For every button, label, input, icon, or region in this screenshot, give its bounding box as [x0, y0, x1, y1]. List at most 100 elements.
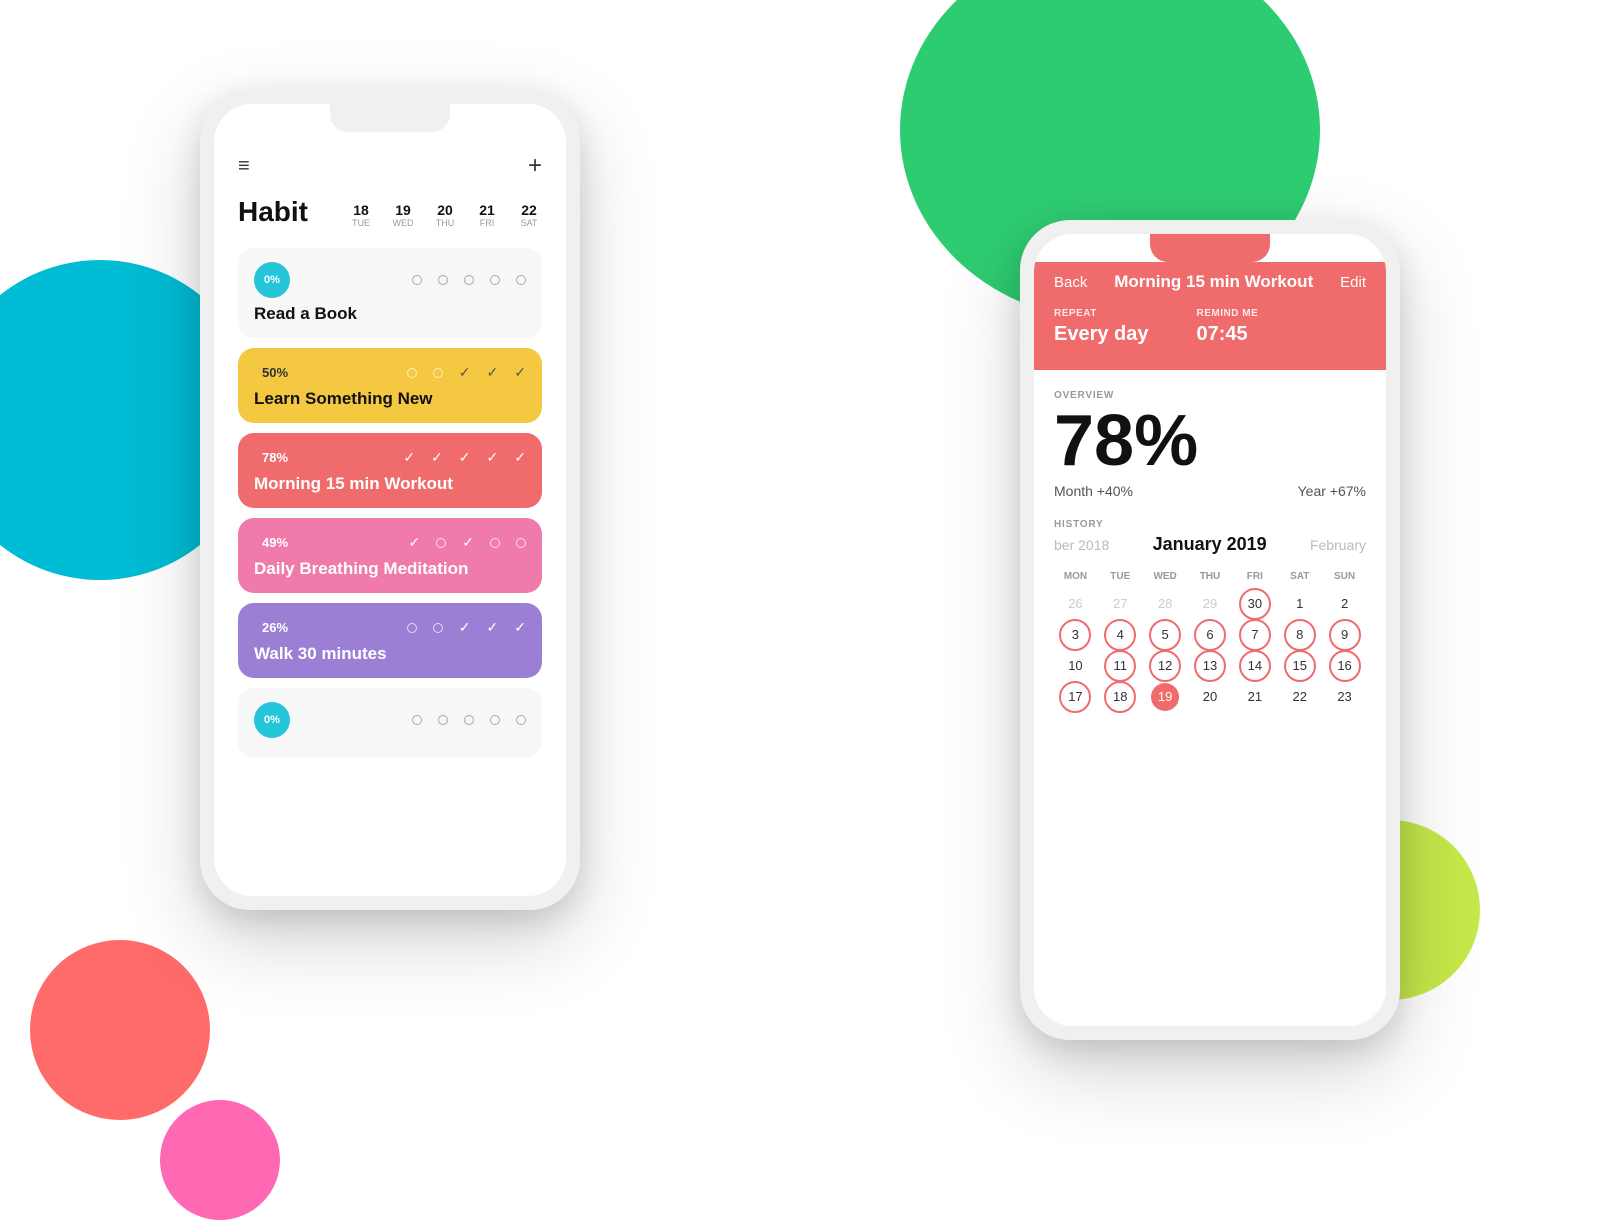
cal-cell-7: 7: [1233, 621, 1276, 648]
habit-item-workout[interactable]: 78% ✓ ✓ ✓ ✓ ✓ Morning 15 min Workout: [238, 433, 542, 508]
detail-nav: Back Morning 15 min Workout Edit: [1054, 272, 1366, 292]
cal-header-wed: WED: [1144, 567, 1187, 586]
cal-cell-21: 21: [1233, 683, 1276, 710]
check-4: [490, 275, 500, 285]
date-col-18: 18 TUE: [348, 202, 374, 228]
cal-header-mon: MON: [1054, 567, 1097, 586]
remind-label: REMIND ME: [1197, 308, 1259, 319]
habit-item-learn[interactable]: 50% ✓ ✓ ✓ Learn Something New: [238, 348, 542, 423]
back-button[interactable]: Back: [1054, 274, 1087, 291]
current-month: January 2019: [1153, 534, 1267, 555]
habit-inner-workout: 78% ✓ ✓ ✓ ✓ ✓ Morning 15 min Workout: [238, 433, 542, 508]
habit-list-header: Habit 18 TUE 19 WED 20 THU 21: [238, 196, 542, 228]
habit-checks-learn: ✓ ✓ ✓: [407, 364, 526, 381]
check-3: [464, 275, 474, 285]
notch-left: [330, 104, 450, 132]
habit-name-learn: Learn Something New: [254, 389, 526, 409]
cal-cell-27: 27: [1099, 590, 1142, 617]
cal-cell-6: 6: [1189, 621, 1232, 648]
cal-cell-20: 20: [1189, 683, 1232, 710]
year-stat: Year +67%: [1298, 483, 1366, 499]
cal-cell-30: 30: [1233, 590, 1276, 617]
check-5: ✓: [514, 619, 526, 636]
habit-percent-walk: 26%: [254, 617, 296, 638]
cal-cell-16: 16: [1323, 652, 1366, 679]
detail-header: Back Morning 15 min Workout Edit REPEAT …: [1034, 262, 1386, 370]
cal-header-sat: SAT: [1278, 567, 1321, 586]
cal-header-sun: SUN: [1323, 567, 1366, 586]
habit-inner-learn: 50% ✓ ✓ ✓ Learn Something New: [238, 348, 542, 423]
cal-cell-28: 28: [1144, 590, 1187, 617]
calendar-header: ber 2018 January 2019 February: [1054, 534, 1366, 555]
check-3: [464, 715, 474, 725]
check-1: [407, 368, 417, 378]
overview-percent: 78%: [1054, 405, 1366, 477]
overview-label: OVERVIEW: [1054, 390, 1366, 401]
habit-name-walk: Walk 30 minutes: [254, 644, 526, 664]
prev-month: ber 2018: [1054, 537, 1109, 553]
phone-left: ≡ + Habit 18 TUE 19 WED 20: [200, 90, 580, 910]
habit-item-walk[interactable]: 26% ✓ ✓ ✓ Walk 30 minutes: [238, 603, 542, 678]
menu-icon[interactable]: ≡: [238, 156, 252, 176]
cal-week-3: 10 11 12 13 14 15 16: [1054, 652, 1366, 679]
habits-heading: Habit: [238, 196, 308, 228]
phone-right-screen: Back Morning 15 min Workout Edit REPEAT …: [1034, 234, 1386, 1026]
check-4: [490, 715, 500, 725]
cal-cell-17: 17: [1054, 683, 1097, 710]
repeat-section: REPEAT Every day: [1054, 308, 1149, 346]
check-5: [516, 715, 526, 725]
habit-row-top-walk: 26% ✓ ✓ ✓: [254, 617, 526, 638]
check-2: [433, 368, 443, 378]
calendar-grid: MON TUE WED THU FRI SAT SUN 26 27 28 29 …: [1054, 567, 1366, 710]
cal-cell-12: 12: [1144, 652, 1187, 679]
cal-cell-1: 1: [1278, 590, 1321, 617]
date-col-21: 21 FRI: [474, 202, 500, 228]
habit-percent-workout: 78%: [254, 447, 296, 468]
cal-cell-8: 8: [1278, 621, 1321, 648]
date-col-19: 19 WED: [390, 202, 416, 228]
repeat-value: Every day: [1054, 323, 1149, 346]
cal-cell-18: 18: [1099, 683, 1142, 710]
cal-cell-14: 14: [1233, 652, 1276, 679]
habit-item-breathing[interactable]: 49% ✓ ✓ Daily Breathing Meditation: [238, 518, 542, 593]
check-1: [412, 275, 422, 285]
habit-name-workout: Morning 15 min Workout: [254, 474, 526, 494]
notch-right: [1150, 234, 1270, 262]
check-5: ✓: [514, 364, 526, 381]
habit-inner-walk: 26% ✓ ✓ ✓ Walk 30 minutes: [238, 603, 542, 678]
check-3: ✓: [462, 534, 474, 551]
bg-salmon-circle: [30, 940, 210, 1120]
cal-cell-26: 26: [1054, 590, 1097, 617]
detail-title: Morning 15 min Workout: [1114, 272, 1313, 292]
habit-row-top-breathing: 49% ✓ ✓: [254, 532, 526, 553]
check-2: [438, 275, 448, 285]
habit-percent-read-book: 0%: [254, 262, 290, 298]
check-3: ✓: [459, 449, 471, 466]
habit-row-top-learn: 50% ✓ ✓ ✓: [254, 362, 526, 383]
cal-cell-5: 5: [1144, 621, 1187, 648]
cal-cell-11: 11: [1099, 652, 1142, 679]
check-5: [516, 275, 526, 285]
date-col-20: 20 THU: [432, 202, 458, 228]
habit-name-read-book: Read a Book: [254, 304, 526, 324]
cal-cell-22: 22: [1278, 683, 1321, 710]
check-2: ✓: [431, 449, 443, 466]
detail-body: OVERVIEW 78% Month +40% Year +67% HISTOR…: [1034, 370, 1386, 734]
habit-item-unknown[interactable]: 0%: [238, 688, 542, 758]
habit-item-read-book[interactable]: 0% Read a Book: [238, 248, 542, 338]
check-1: ✓: [409, 534, 421, 551]
check-3: ✓: [459, 619, 471, 636]
edit-button[interactable]: Edit: [1340, 274, 1366, 291]
habit-checks-breathing: ✓ ✓: [409, 534, 526, 551]
cal-cell-29: 29: [1189, 590, 1232, 617]
phone-left-content: ≡ + Habit 18 TUE 19 WED 20: [214, 132, 566, 792]
stats-row: Month +40% Year +67%: [1054, 483, 1366, 499]
check-4: [490, 538, 500, 548]
add-habit-icon[interactable]: +: [528, 152, 542, 180]
check-3: ✓: [459, 364, 471, 381]
habit-percent-breathing: 49%: [254, 532, 296, 553]
habit-checks-walk: ✓ ✓ ✓: [407, 619, 526, 636]
check-5: ✓: [514, 449, 526, 466]
habit-row-top-workout: 78% ✓ ✓ ✓ ✓ ✓: [254, 447, 526, 468]
phone-right: Back Morning 15 min Workout Edit REPEAT …: [1020, 220, 1400, 1040]
